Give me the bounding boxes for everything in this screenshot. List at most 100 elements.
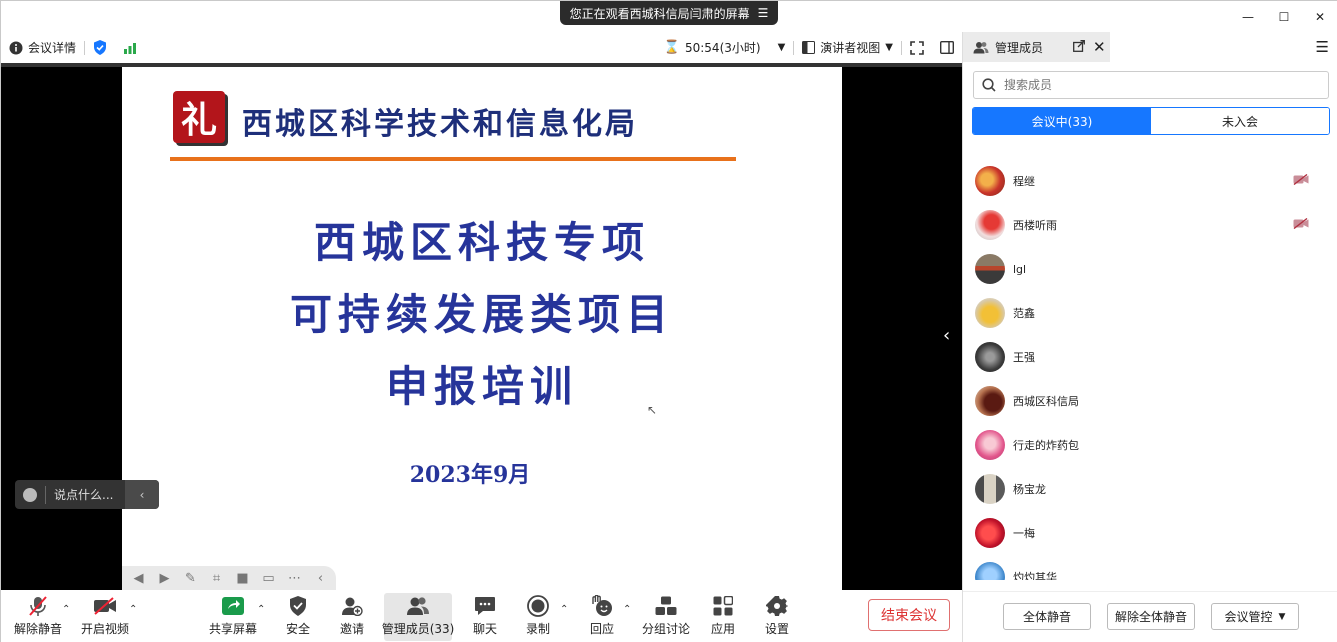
avatar (975, 518, 1005, 548)
collapse-chat-icon[interactable]: ‹ (125, 480, 159, 509)
gear-icon (766, 593, 788, 618)
avatar (975, 210, 1005, 240)
start-video-button[interactable]: 开启视频 (81, 593, 129, 641)
members-icon (973, 41, 989, 53)
invite-label: 邀请 (339, 622, 364, 636)
security-button[interactable]: 安全 (283, 593, 313, 641)
quick-chat-box[interactable]: 说点什么... ‹ (15, 480, 159, 509)
pop-out-icon[interactable] (1073, 40, 1085, 55)
member-row[interactable]: 王强 (963, 335, 1337, 379)
topbar-right-group: ⌛ 50:54(3小时) ▼ 演讲者视图 ▼ (656, 32, 962, 63)
video-off-icon (93, 593, 117, 618)
signal-strength-icon[interactable] (115, 32, 145, 63)
mute-all-button[interactable]: 全体静音 (1003, 603, 1091, 630)
meeting-timer[interactable]: ⌛ 50:54(3小时) ▼ (656, 32, 793, 63)
camera-icon[interactable]: ■ (234, 571, 251, 586)
minimize-icon[interactable]: — (1230, 1, 1266, 32)
breakout-rooms-button[interactable]: 分组讨论 (642, 593, 690, 641)
comment-icon[interactable]: ▭ (260, 571, 277, 586)
manage-members-label: 管理成员(33) (381, 622, 455, 636)
member-row[interactable]: 西城区科信局 (963, 379, 1337, 423)
member-row[interactable]: 范鑫 (963, 291, 1337, 335)
screen-share-banner[interactable]: 您正在观看西城科信局闫肃的屏幕 ☰ (560, 1, 778, 25)
share-options-chevron-icon[interactable]: ⌃ (257, 604, 265, 615)
audio-options-chevron-icon[interactable]: ⌃ (62, 604, 70, 615)
fullscreen-icon[interactable] (902, 32, 932, 63)
chat-button[interactable]: 聊天 (470, 593, 500, 641)
chat-bubble-icon (474, 593, 496, 618)
screenshot-icon[interactable]: ⌗ (208, 571, 225, 586)
member-name: 西楼听雨 (1013, 219, 1057, 232)
annotation-toolbar: ◀ ▶ ✎ ⌗ ■ ▭ ⋯ ‹ (122, 566, 336, 591)
logo-char: 礼 (180, 99, 217, 141)
record-icon (527, 593, 549, 618)
member-search-field[interactable] (973, 71, 1329, 99)
unmute-all-button[interactable]: 解除全体静音 (1107, 603, 1195, 630)
invite-button[interactable]: 邀请 (337, 593, 367, 641)
mouse-cursor-icon: ↖ (647, 403, 658, 417)
collapse-panel-chevron-icon[interactable]: ‹ (943, 325, 950, 346)
tab-in-meeting[interactable]: 会议中(33) (973, 108, 1151, 134)
search-icon (982, 78, 996, 92)
maximize-icon[interactable]: ☐ (1266, 1, 1302, 32)
view-mode-button[interactable]: 演讲者视图 ▼ (794, 32, 901, 63)
unmute-label: 解除静音 (13, 622, 62, 636)
meeting-control-button[interactable]: 会议管控 ▼ (1211, 603, 1299, 630)
member-row[interactable]: 一梅 (963, 511, 1337, 555)
unmute-button[interactable]: 解除静音 (13, 593, 63, 641)
video-options-chevron-icon[interactable]: ⌃ (129, 604, 137, 615)
close-icon[interactable]: ✕ (1302, 1, 1337, 32)
more-icon[interactable]: ⋯ (286, 571, 303, 586)
manage-members-button[interactable]: 管理成员(33) (381, 593, 455, 641)
reactions-label: 回应 (589, 622, 614, 636)
emoji-icon[interactable] (15, 487, 45, 502)
apps-label: 应用 (710, 622, 735, 636)
member-row[interactable]: 程继 (963, 159, 1337, 203)
chevron-down-icon[interactable]: ▼ (778, 42, 786, 53)
title-bar: 您正在观看西城科信局闫肃的屏幕 ☰ — ☐ ✕ (1, 1, 1337, 32)
tab-not-joined[interactable]: 未入会 (1151, 108, 1329, 134)
apps-button[interactable]: 应用 (708, 593, 738, 641)
chat-label: 聊天 (472, 622, 497, 636)
member-name: 王强 (1013, 351, 1035, 364)
member-name: 行走的炸药包 (1013, 439, 1079, 452)
settings-button[interactable]: 设置 (762, 593, 792, 641)
bottom-toolbar: 解除静音 ⌃ 开启视频 ⌃ 共享屏幕 ⌃ 安全 邀请 管理成员(33) 聊天 录… (1, 590, 962, 642)
title-underline (170, 157, 736, 161)
members-icon (406, 593, 430, 618)
reactions-options-chevron-icon[interactable]: ⌃ (623, 604, 631, 615)
pen-icon[interactable]: ✎ (182, 571, 199, 586)
slide-date: 2023年9月 (409, 462, 531, 488)
share-screen-button[interactable]: 共享屏幕 (208, 593, 258, 641)
meeting-info-button[interactable]: 会议详情 (1, 32, 84, 63)
presentation-slide: 礼 西城区科学技术和信息化局 西城区科技专项 可持续发展类项目 申报培训 202… (122, 67, 842, 590)
member-row[interactable]: 行走的炸药包 (963, 423, 1337, 467)
avatar (975, 474, 1005, 504)
member-name: 一梅 (1013, 527, 1035, 540)
member-row[interactable]: lgl (963, 247, 1337, 291)
prev-page-icon[interactable]: ◀ (130, 571, 147, 586)
member-search-input[interactable] (1004, 78, 1328, 92)
next-page-icon[interactable]: ▶ (156, 571, 173, 586)
shield-icon (289, 593, 307, 618)
record-options-chevron-icon[interactable]: ⌃ (560, 604, 568, 615)
meeting-control-label: 会议管控 (1224, 610, 1273, 624)
close-panel-icon[interactable]: ✕ (1093, 38, 1106, 56)
security-shield-button[interactable] (85, 32, 115, 63)
collapse-annotation-icon[interactable]: ‹ (312, 571, 329, 586)
end-meeting-button[interactable]: 结束会议 (868, 599, 950, 631)
camera-off-icon (1293, 217, 1309, 232)
quick-chat-placeholder[interactable]: 说点什么... (46, 486, 125, 503)
hamburger-menu-icon[interactable]: ☰ (1316, 38, 1329, 56)
reactions-button[interactable]: 回应 (587, 593, 617, 641)
menu-icon[interactable]: ☰ (758, 6, 769, 20)
chevron-down-icon: ▼ (885, 42, 893, 53)
avatar (975, 562, 1005, 580)
sidebar-toggle-icon[interactable] (932, 32, 962, 63)
member-row[interactable]: 灼灼其华 (963, 555, 1337, 580)
member-row[interactable]: 杨宝龙 (963, 467, 1337, 511)
record-button[interactable]: 录制 (523, 593, 553, 641)
member-row[interactable]: 西楼听雨 (963, 203, 1337, 247)
panel-tab-members[interactable]: 管理成员 ✕ (963, 32, 1110, 62)
add-user-icon (341, 593, 363, 618)
